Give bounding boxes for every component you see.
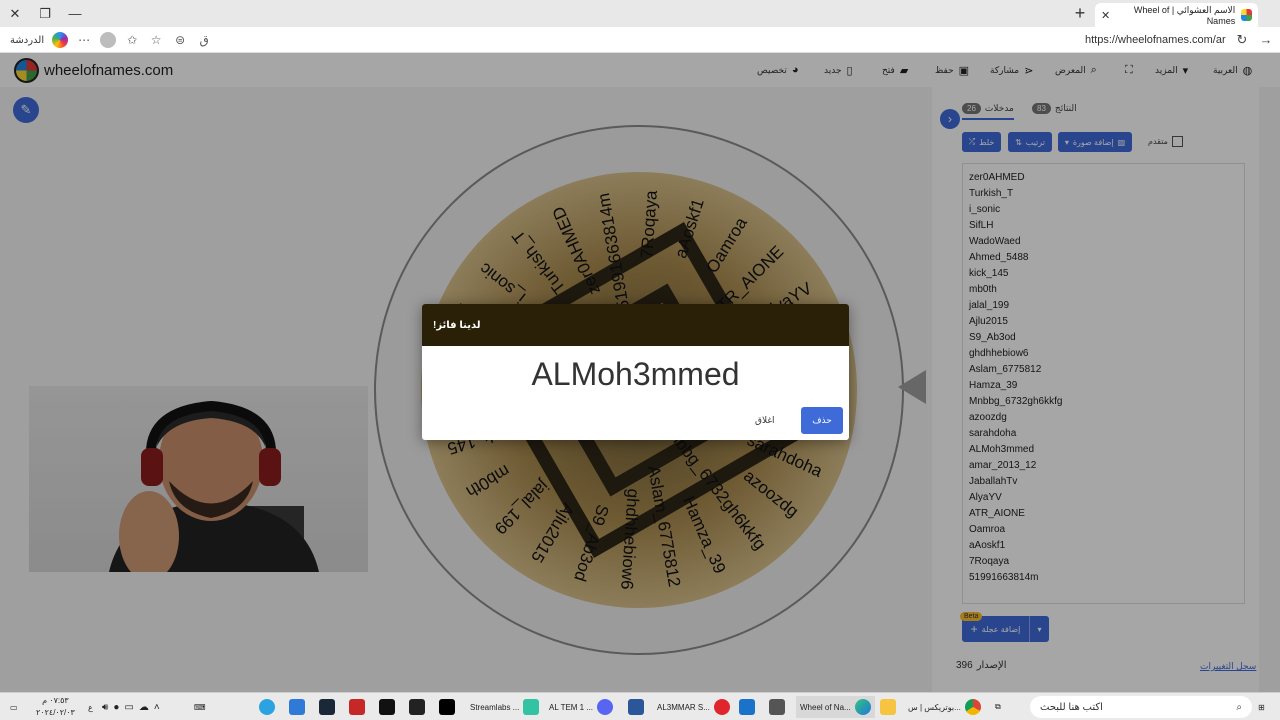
cloud-icon[interactable]: ☁︎ [139, 702, 149, 713]
word-icon[interactable] [628, 697, 644, 717]
calculator-icon[interactable] [769, 697, 785, 717]
capcut2-icon[interactable] [409, 697, 425, 717]
dialog-title: لدينا فائز! [422, 304, 849, 346]
valorant-icon[interactable] [349, 697, 365, 717]
window-close-button[interactable]: ✕ [0, 0, 30, 27]
winner-name: ALMoh3mmed [531, 356, 740, 392]
task-view-icon[interactable]: ⧉ [995, 697, 1001, 717]
back-arrow-icon[interactable]: → [1258, 32, 1274, 48]
refresh-icon[interactable]: ↻ [1234, 32, 1250, 48]
reading-mode-icon[interactable]: ⊜ [172, 32, 188, 48]
telegram-icon[interactable] [259, 697, 275, 717]
taskbar-app-label: Wheel of Na... [800, 702, 851, 712]
mic-icon[interactable]: ● [113, 702, 119, 713]
taskbar-app-opera[interactable]: AL3MMAR S... [657, 697, 730, 717]
window-minimize-button[interactable]: — [60, 0, 90, 27]
taskbar-app-label: Streamlabs ... [470, 702, 520, 712]
network-icon[interactable]: ▭ [124, 702, 133, 713]
volume-icon[interactable]: 🔊︎ [102, 702, 108, 713]
language-indicator[interactable]: ع [88, 697, 93, 717]
tiktok-icon[interactable] [439, 697, 455, 717]
taskbar-app-chrome[interactable]: بوتريكس | س... [908, 697, 981, 717]
more-menu-icon[interactable]: ⋯ [76, 32, 92, 48]
taskbar-app-edge[interactable]: Wheel of Na... [796, 696, 875, 718]
capcut-icon[interactable] [379, 697, 395, 717]
app-store-icon[interactable] [289, 697, 305, 717]
tab-close-icon[interactable]: ✕ [1101, 9, 1110, 22]
tray-chevron-icon[interactable]: ˄ [154, 702, 160, 713]
collections-icon[interactable]: ✩ [124, 32, 140, 48]
favorite-star-icon[interactable]: ☆ [148, 32, 164, 48]
taskbar-app-streamlabs[interactable]: Streamlabs ... [470, 697, 540, 717]
profile-avatar[interactable] [100, 32, 117, 48]
address-bar-left-tools: الدردشة ⋯ ✩ ☆ ⊜ ق [10, 30, 212, 50]
window-restore-button[interactable]: ❐ [30, 0, 60, 27]
address-bar: الدردشة ⋯ ✩ ☆ ⊜ ق https://wheelofnames.c… [0, 27, 1280, 53]
winner-dialog: لدينا فائز! ALMoh3mmed اغلاق حذف [422, 304, 849, 440]
tab-title: الاسم العشوائي | Wheel of Names [1133, 4, 1236, 26]
new-tab-button[interactable]: + [1070, 3, 1090, 23]
clock-time: ٠٧:٥٣ م [42, 696, 69, 705]
taskbar-search-placeholder: اكتب هنا للبحث [1040, 701, 1103, 713]
keyboard-icon[interactable]: ⌨ [194, 697, 206, 717]
file-explorer-icon[interactable] [880, 697, 896, 717]
wheel-favicon-icon [1241, 9, 1252, 21]
taskbar-search[interactable]: ⌕ اكتب هنا للبحث [1030, 696, 1252, 718]
start-windows-icon[interactable]: ⊞ [1258, 697, 1265, 717]
clock-date: ٢٠٢٤/٠٢/٠٣ [36, 708, 75, 717]
taskbar-search-icon: ⌕ [1236, 701, 1242, 713]
taskbar-clock[interactable]: ٠٧:٥٣ م ٢٠٢٤/٠٢/٠٣ [36, 695, 75, 719]
taskbar-app-label: AL TEM 1 ... [549, 702, 594, 712]
read-aloud-icon[interactable]: ق [196, 32, 212, 48]
mail-icon[interactable] [739, 697, 755, 717]
taskbar-app-label: AL3MMAR S... [657, 702, 710, 712]
steam-icon[interactable] [319, 697, 335, 717]
system-tray: 🔊︎ ● ▭ ☁︎ ˄ [102, 697, 160, 717]
url-field[interactable]: https://wheelofnames.com/ar [1085, 34, 1226, 46]
close-button[interactable]: اغلاق [755, 415, 775, 426]
browser-titlebar: ✕ ❐ — + الاسم العشوائي | Wheel of Names … [0, 0, 1280, 27]
chat-label[interactable]: الدردشة [10, 35, 44, 46]
taskbar-app-label: بوتريكس | س... [908, 702, 961, 712]
windows-taskbar: ▭ ٠٧:٥٣ م ٢٠٢٤/٠٢/٠٣ ع 🔊︎ ● ▭ ☁︎ ˄ ⌨ Str… [0, 692, 1280, 720]
browser-tab-active[interactable]: الاسم العشوائي | Wheel of Names ✕ [1095, 3, 1258, 27]
remove-button[interactable]: حذف [801, 407, 843, 434]
copilot-icon[interactable] [52, 32, 69, 48]
taskbar-app-altem[interactable]: AL TEM 1 ... [549, 697, 614, 717]
notification-icon[interactable]: ▭ [10, 697, 18, 717]
